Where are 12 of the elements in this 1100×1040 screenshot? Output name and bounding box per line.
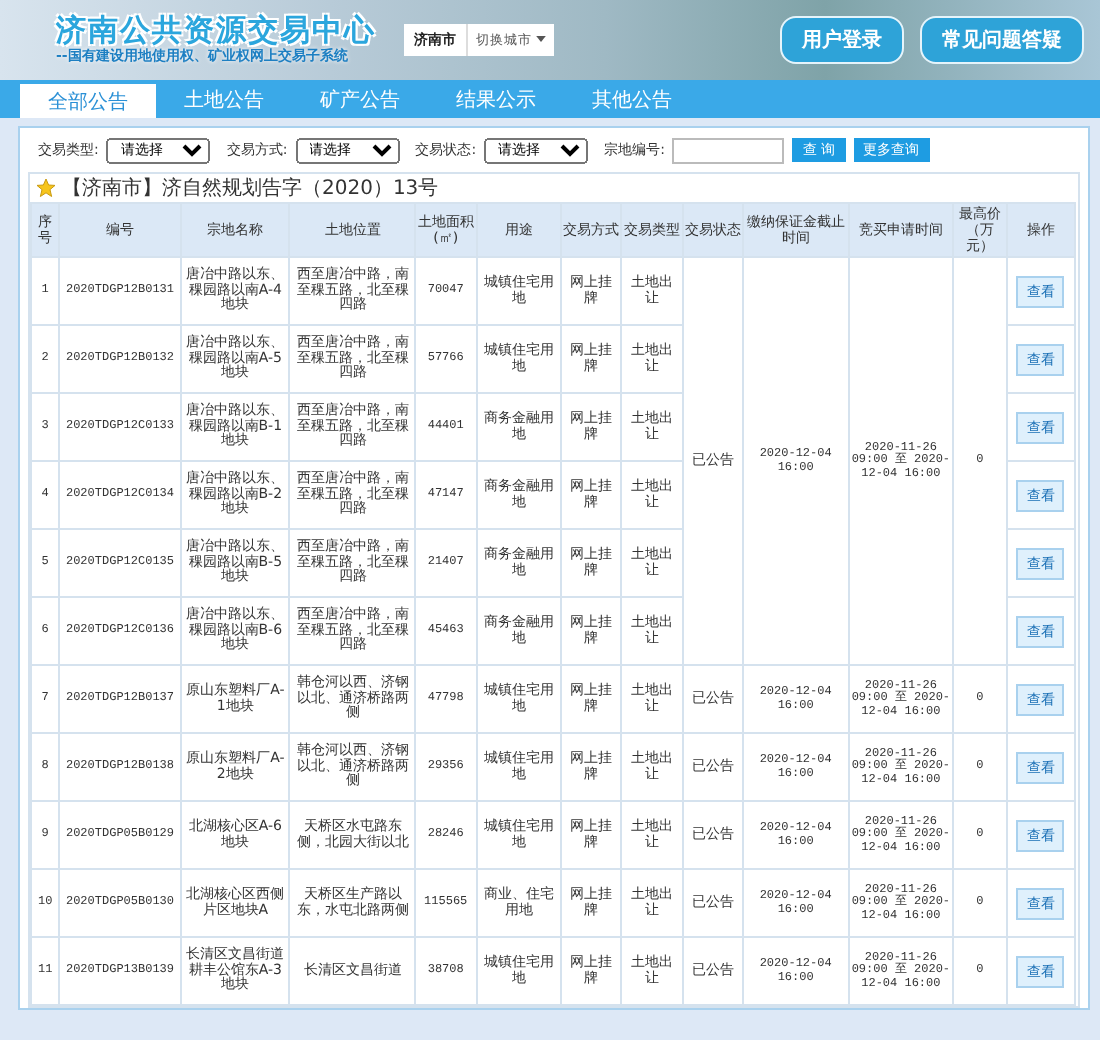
star-icon bbox=[36, 178, 56, 198]
nav-tab[interactable]: 结果公示 bbox=[428, 80, 564, 118]
nav-tab[interactable]: 矿产公告 bbox=[292, 80, 428, 118]
site-title: 济南公共资源交易中心 bbox=[56, 13, 376, 47]
announcement-title: 【济南市】济自然规划告字（2020）13号 bbox=[62, 175, 439, 202]
nav-tab[interactable]: 其他公告 bbox=[564, 80, 700, 118]
caret-icon bbox=[536, 36, 546, 43]
parcel-code-field[interactable] bbox=[672, 137, 785, 163]
header-button[interactable]: 常见问题答疑 bbox=[920, 16, 1084, 64]
nav-tab[interactable]: 土地公告 bbox=[156, 80, 292, 118]
header-button[interactable]: 用户登录 bbox=[780, 16, 904, 64]
nav-tab[interactable]: 全部公告 bbox=[20, 84, 156, 118]
